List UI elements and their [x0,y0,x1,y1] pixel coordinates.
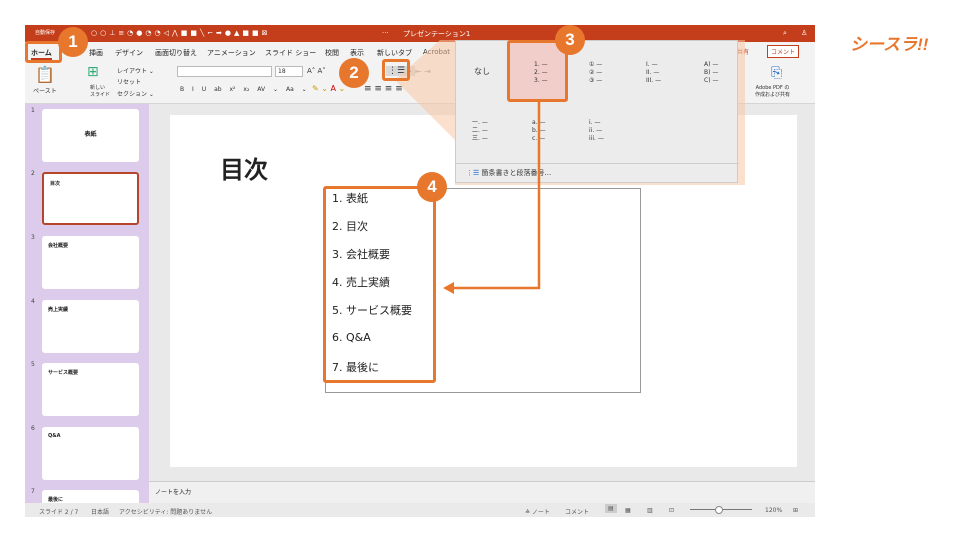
brand-logo: シースラ!! [850,35,929,54]
callout-4: 4 [417,172,447,202]
callout-3: 3 [555,25,585,55]
callout-1: 1 [58,27,88,57]
callout-2: 2 [339,58,369,88]
callout-arrow [443,102,541,294]
